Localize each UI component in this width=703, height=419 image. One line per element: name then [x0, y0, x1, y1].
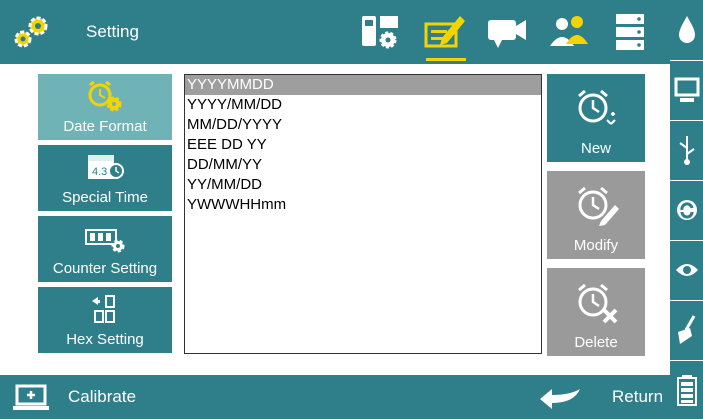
- battery-icon: [677, 375, 697, 406]
- list-item[interactable]: YWWWHHmm: [185, 195, 541, 215]
- settings-gears-icon: [14, 16, 48, 48]
- new-alarm-icon: [578, 89, 616, 125]
- refresh-icon: [677, 200, 697, 220]
- list-item[interactable]: MM/DD/YYYY: [185, 115, 541, 135]
- new-button-label: New: [580, 140, 611, 157]
- list-item[interactable]: DD/MM/YY: [185, 155, 541, 175]
- ink-drop-icon: [679, 16, 695, 43]
- bottom-bar: Calibrate Return: [0, 375, 670, 419]
- list-item[interactable]: YYYYMMDD: [185, 75, 541, 95]
- top-bar: Setting: [0, 0, 670, 64]
- battery-button[interactable]: [670, 360, 703, 419]
- sidebar-item-date-format[interactable]: Date Format: [38, 74, 172, 140]
- server-icon[interactable]: [608, 10, 654, 54]
- return-button[interactable]: Return: [612, 387, 663, 407]
- list-item[interactable]: EEE DD YY: [185, 135, 541, 155]
- modify-button-label: Modify: [573, 237, 619, 254]
- return-arrow-icon[interactable]: [538, 387, 582, 409]
- calibrate-laptop-icon[interactable]: [12, 383, 50, 413]
- right-sidebar: [670, 0, 703, 419]
- list-item[interactable]: YYYY/MM/DD: [185, 95, 541, 115]
- delete-button[interactable]: Delete: [547, 268, 645, 356]
- sidebar-item-hex-setting[interactable]: Hex Setting: [38, 287, 172, 353]
- alarm-clock-gear-icon: [88, 80, 122, 112]
- counter-gear-icon: [85, 229, 125, 253]
- sidebar-item-label: Special Time: [62, 189, 148, 206]
- sidebar-item-counter-setting[interactable]: Counter Setting: [38, 216, 172, 282]
- users-icon[interactable]: [546, 10, 592, 54]
- eye-icon: [676, 264, 698, 276]
- usb-button[interactable]: [670, 120, 703, 179]
- video-camera-icon[interactable]: [484, 10, 530, 54]
- active-tab-indicator: [426, 58, 466, 61]
- ink-button[interactable]: [670, 0, 703, 58]
- edit-alarm-icon: [578, 186, 619, 226]
- calibrate-button[interactable]: Calibrate: [68, 387, 136, 407]
- hex-digits-icon: [92, 295, 115, 323]
- delete-alarm-icon: [578, 283, 618, 324]
- modify-button[interactable]: Modify: [547, 171, 645, 259]
- calendar-clock-icon: 4.3: [88, 155, 124, 179]
- sidebar-item-label: Date Format: [63, 118, 147, 135]
- device-settings-icon[interactable]: [358, 10, 404, 54]
- view-button[interactable]: [670, 240, 703, 299]
- sidebar-item-label: Counter Setting: [52, 260, 158, 277]
- list-item[interactable]: YY/MM/DD: [185, 175, 541, 195]
- page-title: Setting: [86, 22, 139, 41]
- svg-text:4.3: 4.3: [92, 166, 107, 178]
- sidebar-item-special-time[interactable]: 4.3 Special Time: [38, 145, 172, 211]
- usb-icon: [679, 136, 695, 165]
- clean-button[interactable]: [670, 300, 703, 359]
- edit-form-icon[interactable]: [422, 10, 468, 54]
- monitor-icon: [674, 77, 700, 102]
- cleaning-brush-icon: [678, 315, 696, 344]
- new-button[interactable]: New: [547, 74, 645, 162]
- date-format-list[interactable]: YYYYMMDD YYYY/MM/DD MM/DD/YYYY EEE DD YY…: [184, 74, 542, 354]
- delete-button-label: Delete: [574, 334, 618, 351]
- refresh-button[interactable]: [670, 180, 703, 239]
- sidebar-item-label: Hex Setting: [66, 331, 144, 348]
- monitor-button[interactable]: [670, 60, 703, 119]
